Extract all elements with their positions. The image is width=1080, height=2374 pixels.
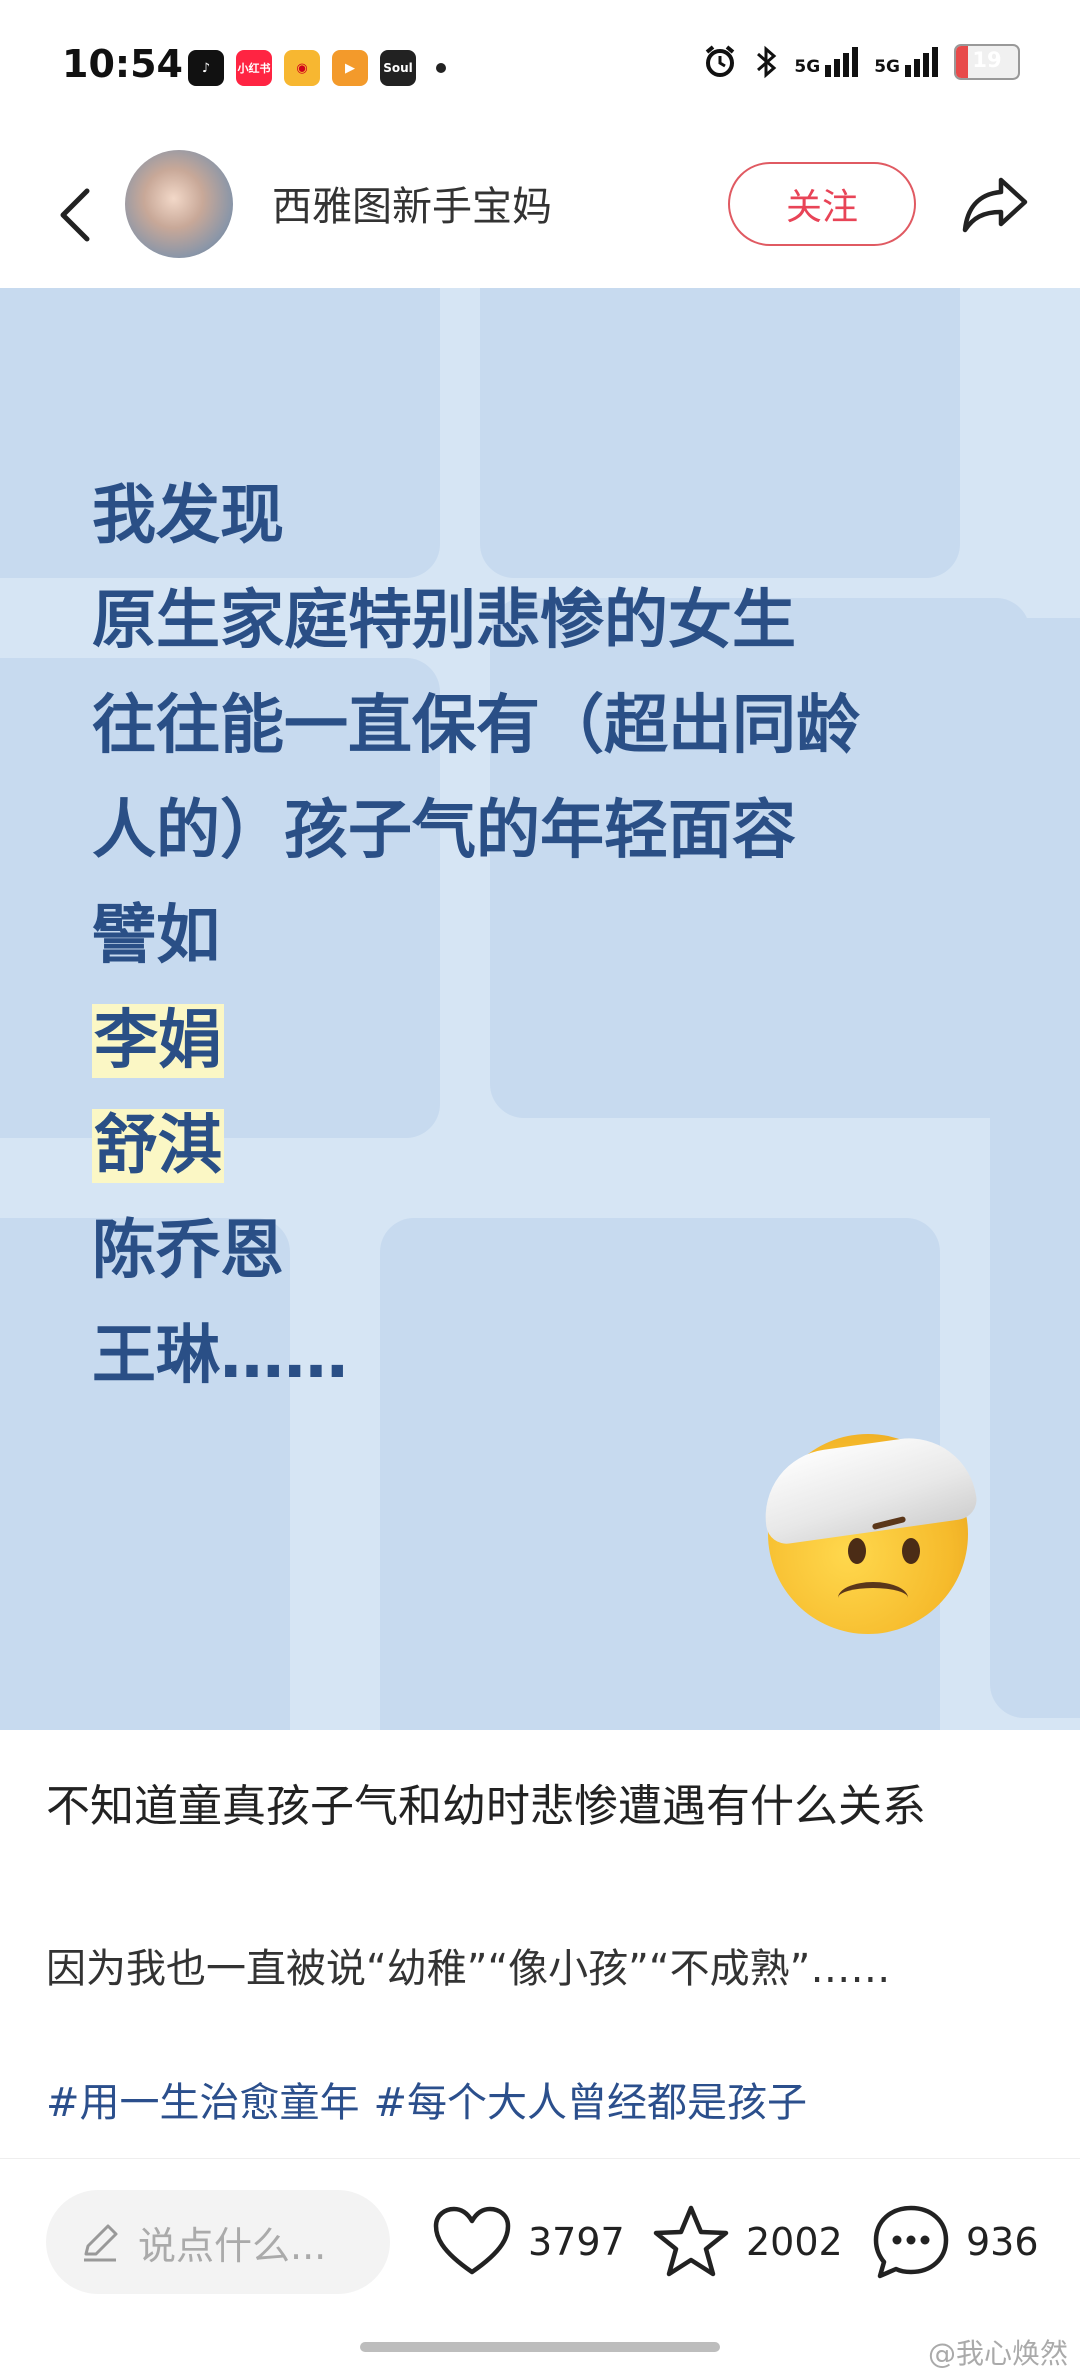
post-image-line: 陈乔恩 xyxy=(92,1199,860,1304)
douyin-icon: ♪ xyxy=(188,50,224,86)
more-notifications-dot xyxy=(436,63,446,73)
post-image[interactable]: 我发现原生家庭特别悲惨的女生 往往能一直保有（超出同龄 人的）孩子气的年轻面容 譬如李… xyxy=(0,288,1080,1730)
share-button[interactable] xyxy=(956,164,1036,244)
post-image-line: 王琳…… xyxy=(92,1304,860,1409)
alarm-icon xyxy=(706,45,735,77)
favorite-button[interactable]: 2002 xyxy=(652,2200,843,2284)
highlighted-name: 舒淇 xyxy=(92,1109,224,1183)
notification-app-icons: ♪ 小红书 ◉ ▶ Soul xyxy=(188,50,446,86)
soul-icon: Soul xyxy=(380,50,416,86)
post-description: 因为我也一直被说“幼稚”“像小孩”“不成熟”…… xyxy=(46,1946,891,1992)
pencil-icon xyxy=(84,2224,118,2262)
post-image-line: 原生家庭特别悲惨的女生 xyxy=(92,569,860,674)
post-image-line-text: 王琳…… xyxy=(92,1319,348,1393)
comment-button[interactable]: 936 xyxy=(872,2200,1039,2284)
status-bar: 10:54 ♪ 小红书 ◉ ▶ Soul 5G 5G 19 xyxy=(0,0,1080,140)
post-tags: #用一生治愈童年 #每个大人曾经都是孩子 xyxy=(46,2070,807,2128)
back-button[interactable] xyxy=(40,170,110,260)
comment-placeholder: 说点什么... xyxy=(138,2223,327,2268)
author-avatar[interactable] xyxy=(125,150,233,258)
post-title: 不知道童真孩子气和幼时悲惨遭遇有什么关系 xyxy=(46,1781,926,1832)
post-image-line: 舒淇 xyxy=(92,1094,860,1199)
tag-link[interactable]: #每个大人曾经都是孩子 xyxy=(374,2070,808,2128)
bottom-divider xyxy=(0,2158,1080,2159)
status-time: 10:54 xyxy=(62,42,183,86)
network-type-label: 5G xyxy=(794,57,821,77)
xiaohongshu-icon: 小红书 xyxy=(236,50,272,86)
emoji-eye xyxy=(902,1538,920,1564)
bg-tile xyxy=(990,618,1080,1718)
bluetooth-icon xyxy=(757,45,777,79)
network-type-label-2: 5G xyxy=(874,57,900,77)
post-image-line-text: 我发现 xyxy=(92,479,284,553)
post-image-line: 我发现 xyxy=(92,464,860,569)
like-button[interactable]: 3797 xyxy=(432,2200,625,2284)
battery-level-text: 19 xyxy=(972,48,1002,72)
post-image-line: 李娟 xyxy=(92,989,860,1094)
post-image-text: 我发现原生家庭特别悲惨的女生 往往能一直保有（超出同龄 人的）孩子气的年轻面容 譬如李… xyxy=(92,464,860,1409)
post-image-line: 往往能一直保有（超出同龄 xyxy=(92,674,860,779)
signal-1-icon: 5G xyxy=(794,47,859,77)
post-image-line-text: 往往能一直保有（超出同龄 xyxy=(92,689,860,763)
weibo-icon: ◉ xyxy=(284,50,320,86)
heart-icon xyxy=(433,2206,511,2275)
battery-icon: 19 xyxy=(954,44,1020,80)
post-image-line-text: 譬如 xyxy=(92,899,220,973)
comment-bubble-icon xyxy=(873,2205,949,2279)
signal-2-icon: 5G xyxy=(874,47,938,77)
star-icon xyxy=(653,2205,729,2277)
bandaged-head-emoji xyxy=(756,1429,980,1634)
post-image-line: 人的）孩子气的年轻面容 xyxy=(92,779,860,884)
comment-input[interactable]: 说点什么... xyxy=(46,2190,390,2294)
emoji-mouth xyxy=(838,1582,908,1614)
post-image-line-text: 人的）孩子气的年轻面容 xyxy=(92,794,796,868)
like-count: 3797 xyxy=(528,2220,625,2264)
post-image-line: 譬如 xyxy=(92,884,860,989)
share-icon xyxy=(962,177,1028,233)
watermark: @我心焕然 xyxy=(927,2337,1068,2370)
favorite-count: 2002 xyxy=(746,2220,843,2264)
status-right: 5G 5G 19 xyxy=(702,44,1020,80)
youku-icon: ▶ xyxy=(332,50,368,86)
chevron-left-icon xyxy=(60,188,90,242)
post-image-line-text: 原生家庭特别悲惨的女生 xyxy=(92,584,796,658)
tag-link[interactable]: #用一生治愈童年 xyxy=(46,2070,360,2128)
emoji-eye xyxy=(848,1538,866,1564)
author-name[interactable]: 西雅图新手宝妈 xyxy=(272,174,552,232)
comment-count: 936 xyxy=(966,2220,1039,2264)
follow-button[interactable]: 关注 xyxy=(728,162,916,246)
post-image-line-text: 陈乔恩 xyxy=(92,1214,284,1288)
highlighted-name: 李娟 xyxy=(92,1004,224,1078)
home-indicator[interactable] xyxy=(360,2342,720,2352)
